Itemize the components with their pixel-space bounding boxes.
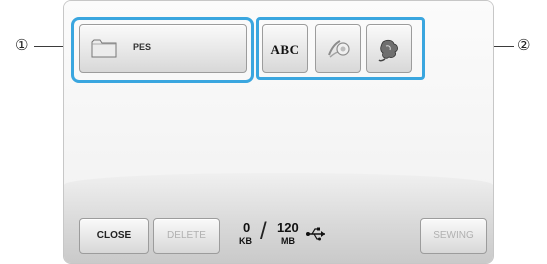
used-value: 0 bbox=[243, 220, 251, 235]
frame-pattern-icon bbox=[328, 40, 350, 58]
delete-button[interactable]: DELETE bbox=[153, 218, 220, 254]
embroidery-pattern-button[interactable] bbox=[366, 24, 412, 73]
abc-category-button[interactable]: ABC bbox=[262, 24, 308, 73]
embroidery-pattern-icon bbox=[378, 39, 398, 62]
used-unit: KB bbox=[239, 236, 252, 246]
pes-folder-button[interactable]: PES bbox=[79, 24, 247, 73]
abc-icon: ABC bbox=[270, 42, 300, 57]
callout-1: ① bbox=[15, 36, 29, 54]
frame-pattern-button[interactable] bbox=[315, 24, 361, 73]
total-unit: MB bbox=[281, 236, 295, 246]
total-value: 120 bbox=[277, 220, 299, 235]
folder-label: PES bbox=[133, 42, 152, 52]
callout-2: ② bbox=[517, 36, 531, 54]
memory-slash: / bbox=[260, 218, 267, 245]
usb-icon bbox=[306, 227, 325, 241]
close-button[interactable]: CLOSE bbox=[79, 218, 149, 254]
sewing-button[interactable]: SEWING bbox=[420, 218, 487, 254]
folder-icon bbox=[91, 39, 117, 58]
